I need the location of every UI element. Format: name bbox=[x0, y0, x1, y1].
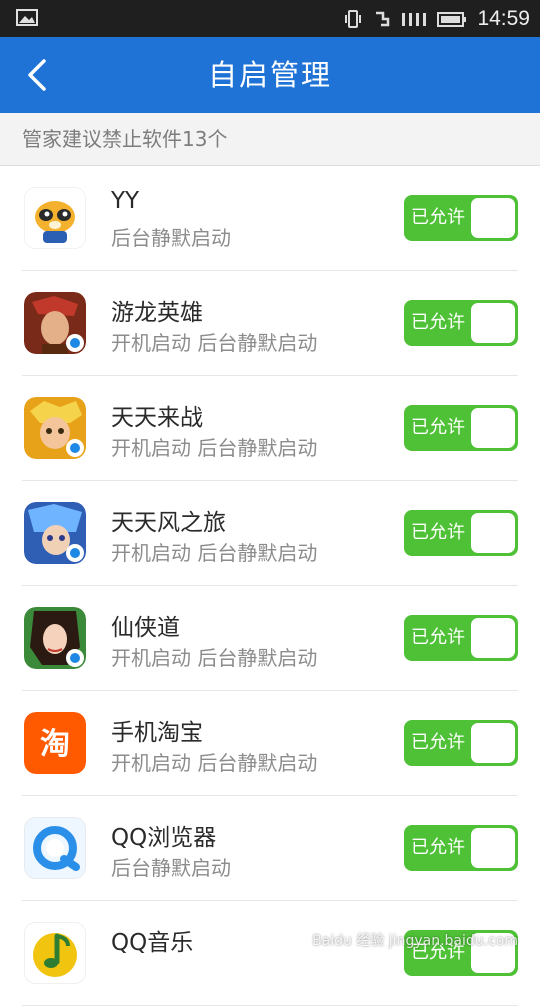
autostart-toggle[interactable]: 已允许 bbox=[404, 825, 518, 871]
toggle-knob bbox=[471, 408, 515, 448]
game-icon bbox=[24, 607, 86, 669]
autostart-toggle[interactable]: 已允许 bbox=[404, 405, 518, 451]
toggle-label: 已允许 bbox=[411, 732, 465, 753]
qq-music-icon bbox=[24, 922, 86, 984]
game-icon bbox=[24, 292, 86, 354]
toggle-knob bbox=[471, 618, 515, 658]
list-item[interactable]: 仙侠道 开机启动 后台静默启动 已允许 bbox=[22, 586, 518, 691]
app-name: 游龙英雄 bbox=[111, 300, 203, 326]
toggle-knob bbox=[471, 198, 515, 238]
app-name: YY bbox=[111, 188, 140, 214]
list-item[interactable]: 天天风之旅 开机启动 后台静默启动 已允许 bbox=[22, 481, 518, 586]
app-desc: 开机启动 后台静默启动 bbox=[111, 751, 318, 775]
toggle-label: 已允许 bbox=[411, 417, 465, 438]
page-title: 自启管理 bbox=[207, 58, 332, 92]
watermark: Baidu 经验 jingyan.baidu.com bbox=[312, 933, 518, 949]
game-icon bbox=[24, 502, 86, 564]
app-desc: 开机启动 后台静默启动 bbox=[111, 541, 318, 565]
signal-icon bbox=[402, 12, 427, 26]
list-item[interactable]: 淘 手机淘宝 开机启动 后台静默启动 已允许 bbox=[22, 691, 518, 796]
autostart-toggle[interactable]: 已允许 bbox=[404, 615, 518, 661]
app-name: 手机淘宝 bbox=[111, 720, 203, 746]
app-name: 天天风之旅 bbox=[111, 510, 226, 536]
app-desc: 后台静默启动 bbox=[111, 226, 231, 250]
clock: 14:59 bbox=[477, 6, 530, 30]
status-bar: 14:59 bbox=[0, 0, 540, 37]
app-name: 仙侠道 bbox=[111, 615, 180, 641]
toggle-label: 已允许 bbox=[411, 522, 465, 543]
yy-icon bbox=[24, 187, 86, 249]
battery-icon bbox=[437, 11, 467, 27]
autostart-toggle[interactable]: 已允许 bbox=[404, 510, 518, 556]
vibrate-icon bbox=[345, 9, 362, 28]
list-item[interactable]: QQ浏览器 后台静默启动 已允许 bbox=[22, 796, 518, 901]
app-desc: 开机启动 后台静默启动 bbox=[111, 646, 318, 670]
toggle-label: 已允许 bbox=[411, 312, 465, 333]
toggle-label: 已允许 bbox=[411, 627, 465, 648]
autostart-toggle[interactable]: 已允许 bbox=[404, 195, 518, 241]
taobao-icon-text: 淘 bbox=[40, 727, 70, 762]
toggle-label: 已允许 bbox=[411, 207, 465, 228]
autostart-toggle[interactable]: 已允许 bbox=[404, 720, 518, 766]
app-desc: 后台静默启动 bbox=[111, 856, 231, 880]
toggle-label: 已允许 bbox=[411, 837, 465, 858]
header-bar: 自启管理 bbox=[0, 37, 540, 113]
toggle-knob bbox=[471, 723, 515, 763]
notice-bar: 管家建议禁止软件13个 bbox=[0, 113, 540, 166]
toggle-knob bbox=[471, 303, 515, 343]
app-name: QQ音乐 bbox=[111, 930, 194, 956]
toggle-knob bbox=[471, 828, 515, 868]
data-icon bbox=[376, 11, 390, 26]
app-name: 天天来战 bbox=[111, 405, 203, 431]
taobao-icon: 淘 bbox=[24, 712, 86, 774]
list-item[interactable]: QQ音乐 已允许 bbox=[22, 901, 518, 1006]
app-desc: 开机启动 后台静默启动 bbox=[111, 436, 318, 460]
app-desc: 开机启动 后台静默启动 bbox=[111, 331, 318, 355]
image-icon bbox=[16, 9, 38, 26]
list-item[interactable]: YY 后台静默启动 已允许 bbox=[22, 166, 518, 271]
list-item[interactable]: 天天来战 开机启动 后台静默启动 已允许 bbox=[22, 376, 518, 481]
toggle-knob bbox=[471, 513, 515, 553]
qq-browser-icon bbox=[24, 817, 86, 879]
list-item[interactable]: 游龙英雄 开机启动 后台静默启动 已允许 bbox=[22, 271, 518, 376]
status-icons: 14:59 bbox=[343, 0, 530, 37]
app-list: YY 后台静默启动 已允许 游龙英雄 开机启动 后台静默启动 已允许 天天来战 … bbox=[0, 166, 540, 1006]
app-name: QQ浏览器 bbox=[111, 825, 217, 851]
autostart-toggle[interactable]: 已允许 bbox=[404, 300, 518, 346]
game-icon bbox=[24, 397, 86, 459]
notice-text: 管家建议禁止软件13个 bbox=[22, 127, 228, 151]
